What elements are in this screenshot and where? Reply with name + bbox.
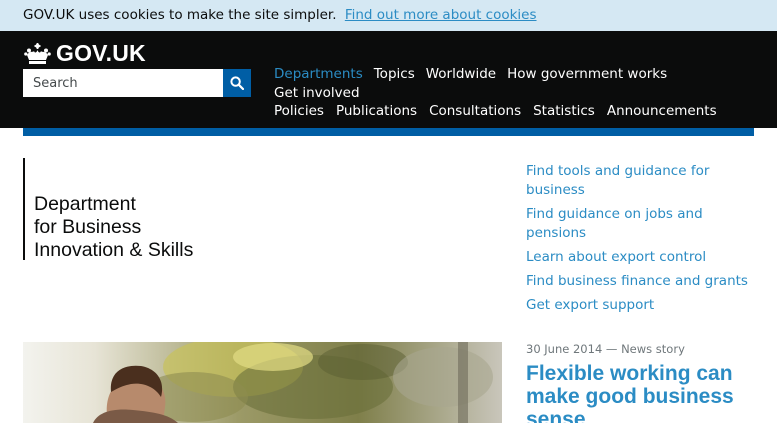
nav-departments[interactable]: Departments	[274, 66, 363, 83]
quick-link-jobs-pensions[interactable]: Find guidance on jobs and pensions	[526, 206, 703, 241]
search-form	[23, 69, 251, 97]
news-title-link[interactable]: Flexible working can make good business …	[526, 362, 766, 423]
quick-link-tools-guidance[interactable]: Find tools and guidance for business	[526, 163, 709, 198]
crown-icon	[24, 42, 51, 64]
nav-topics[interactable]: Topics	[374, 66, 415, 83]
govuk-logo-text: GOV.UK	[56, 40, 146, 66]
secondary-nav: Policies Publications Consultations Stat…	[274, 103, 717, 120]
organisation-logo: Department for Business Innovation & Ski…	[23, 158, 193, 261]
feature-photo	[23, 342, 502, 423]
search-input[interactable]	[23, 69, 223, 97]
news-date: 30 June 2014	[526, 342, 603, 356]
search-icon	[230, 76, 244, 90]
organisation-name: Department for Business Innovation & Ski…	[34, 193, 234, 262]
news-meta: 30 June 2014 — News story	[526, 342, 766, 356]
quick-links-list: Find tools and guidance for business Fin…	[526, 160, 766, 318]
quick-link-export-control[interactable]: Learn about export control	[526, 249, 706, 265]
feature-image[interactable]	[23, 342, 502, 423]
cookie-banner: GOV.UK uses cookies to make the site sim…	[0, 0, 777, 31]
nav-get-involved[interactable]: Get involved	[274, 85, 360, 102]
nav-consultations[interactable]: Consultations	[429, 103, 521, 120]
govuk-logo-link[interactable]: GOV.UK	[24, 40, 146, 67]
primary-nav: Departments Topics Worldwide How governm…	[274, 66, 744, 102]
quick-link-export-support[interactable]: Get export support	[526, 297, 654, 313]
nav-policies[interactable]: Policies	[274, 103, 324, 120]
organisation-name-line: Department	[34, 193, 136, 215]
nav-publications[interactable]: Publications	[336, 103, 417, 120]
list-item: Find business finance and grants	[526, 270, 766, 289]
list-item: Find tools and guidance for business	[526, 160, 766, 198]
list-item: Get export support	[526, 294, 766, 313]
nav-worldwide[interactable]: Worldwide	[426, 66, 496, 83]
header-accent-bar	[23, 128, 754, 136]
nav-statistics[interactable]: Statistics	[533, 103, 595, 120]
list-item: Learn about export control	[526, 246, 766, 265]
quick-link-finance-grants[interactable]: Find business finance and grants	[526, 273, 748, 289]
list-item: Find guidance on jobs and pensions	[526, 203, 766, 241]
news-item: 30 June 2014 — News story Flexible worki…	[526, 342, 766, 423]
nav-how-government-works[interactable]: How government works	[507, 66, 667, 83]
cookie-text: GOV.UK uses cookies to make the site sim…	[23, 7, 337, 23]
cookie-info-link[interactable]: Find out more about cookies	[345, 7, 537, 23]
site-header: GOV.UK Departments Topics Worldwide How …	[0, 31, 777, 128]
search-button[interactable]	[223, 69, 251, 97]
meta-separator: —	[605, 342, 618, 356]
organisation-name-line: for Business	[34, 216, 142, 238]
cookie-message: GOV.UK uses cookies to make the site sim…	[23, 7, 537, 23]
news-type: News story	[621, 342, 685, 356]
nav-announcements[interactable]: Announcements	[607, 103, 717, 120]
organisation-name-line: Innovation & Skills	[34, 239, 194, 261]
